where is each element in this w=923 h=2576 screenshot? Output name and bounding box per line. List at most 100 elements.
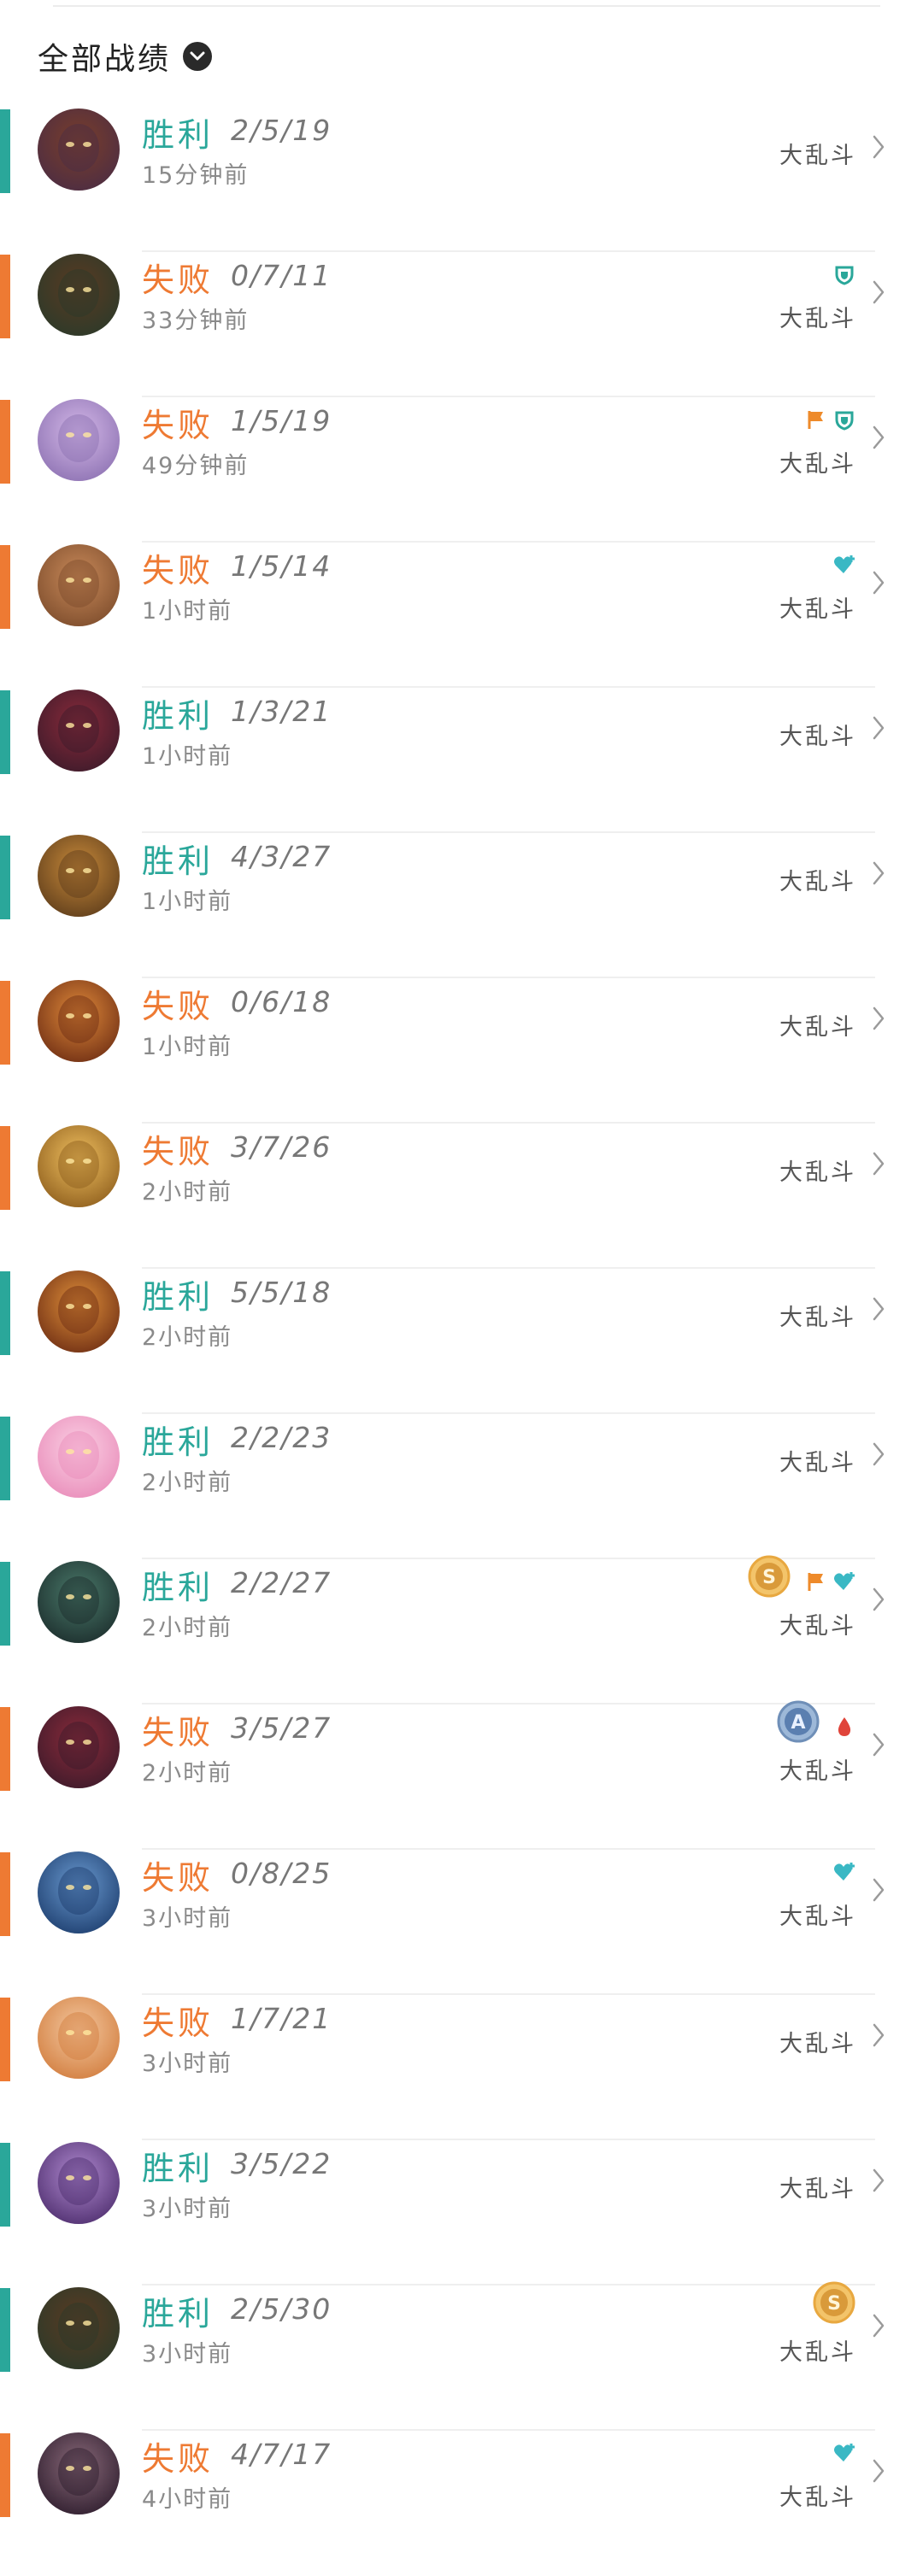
match-badges [803,1570,856,1597]
loss-indicator [0,1852,10,1936]
match-kda: 3/5/27 [231,1711,332,1745]
match-kda: 0/7/11 [231,259,332,292]
champion-avatar [38,254,120,336]
match-kda: 0/8/25 [231,1857,332,1890]
game-mode: 大乱斗 [779,724,856,750]
match-row[interactable]: 胜利 1/3/21 1小时前 大乱斗 [0,688,923,833]
chevron-right-icon[interactable] [872,570,885,599]
match-kda: 1/7/21 [231,2002,332,2035]
match-result: 失败 [142,2440,215,2478]
shield-icon [832,408,856,435]
match-time: 2小时前 [142,1179,233,1206]
champion-avatar [38,1706,120,1788]
win-indicator [0,2143,10,2227]
game-mode: 大乱斗 [779,2031,856,2057]
heart-plus-icon [832,553,856,580]
match-result: 胜利 [142,2150,215,2187]
champion-avatar [38,1270,120,1353]
match-row[interactable]: 失败 1/5/19 49分钟前 大乱斗 [0,397,923,543]
chevron-right-icon[interactable] [872,425,885,454]
chevron-right-icon[interactable] [872,1877,885,1906]
match-row[interactable]: 失败 4/7/17 4小时前 大乱斗 [0,2431,923,2576]
match-result: 失败 [142,261,215,299]
champion-avatar [38,109,120,191]
match-result: 胜利 [142,116,215,154]
match-row[interactable]: 失败 1/5/14 1小时前 大乱斗 [0,543,923,688]
chevron-right-icon[interactable] [872,134,885,163]
game-mode: 大乱斗 [779,1904,856,1930]
chevron-right-icon[interactable] [872,2022,885,2051]
chevron-right-icon[interactable] [872,1441,885,1470]
match-time: 3小时前 [142,2341,233,2368]
match-kda: 2/2/23 [231,1421,332,1454]
match-result: 胜利 [142,2295,215,2332]
match-row[interactable]: 胜利 2/2/23 2小时前 大乱斗 [0,1414,923,1559]
loss-indicator [0,1707,10,1791]
match-row[interactable]: 胜利 2/5/30 3小时前 S 大乱斗 [0,2281,923,2431]
match-row[interactable]: 胜利 3/5/22 3小时前 大乱斗 [0,2140,923,2286]
game-mode: 大乱斗 [779,2339,856,2366]
chevron-right-icon[interactable] [872,1006,885,1035]
match-row[interactable]: 失败 3/7/26 2小时前 大乱斗 [0,1124,923,1269]
blood-drop-icon [832,1715,856,1742]
match-time: 33分钟前 [142,308,250,334]
match-badges [803,408,856,435]
match-result: 失败 [142,552,215,590]
match-row[interactable]: 失败 1/7/21 3小时前 大乱斗 [0,1995,923,2140]
match-kda: 2/5/19 [231,114,332,147]
champion-avatar [38,689,120,772]
match-time: 2小时前 [142,1615,233,1641]
chevron-right-icon[interactable] [872,2168,885,2197]
match-kda: 0/6/18 [231,985,332,1018]
chevron-right-icon[interactable] [872,1296,885,1325]
match-row[interactable]: 胜利 5/5/18 2小时前 大乱斗 [0,1269,923,1414]
match-kda: 5/5/18 [231,1276,332,1309]
match-kda: 3/5/22 [231,2147,332,2180]
chevron-right-icon[interactable] [872,2313,885,2342]
chevron-right-icon[interactable] [872,1732,885,1761]
game-mode: 大乱斗 [779,1159,856,1186]
win-indicator [0,2288,10,2372]
match-row[interactable]: 胜利 2/2/27 2小时前 S 大乱斗 [0,1555,923,1705]
game-mode: 大乱斗 [779,306,856,332]
medal-s-icon: S [747,1554,791,1602]
svg-text:S: S [762,1567,776,1588]
match-kda: 1/5/19 [231,404,332,437]
match-row[interactable]: 失败 0/7/11 33分钟前 大乱斗 [0,252,923,397]
match-row[interactable]: 胜利 4/3/27 1小时前 大乱斗 [0,833,923,978]
heart-plus-icon [832,1860,856,1887]
chevron-right-icon[interactable] [872,1151,885,1180]
match-row[interactable]: 失败 0/6/18 1小时前 大乱斗 [0,978,923,1124]
match-filter-header[interactable]: 全部战绩 [38,38,213,77]
medal-s-icon: S [812,2280,856,2328]
chevron-down-icon[interactable] [183,42,213,71]
match-row[interactable]: 失败 3/5/27 2小时前 A 大乱斗 [0,1700,923,1850]
match-time: 3小时前 [142,2051,233,2077]
match-result: 失败 [142,1714,215,1752]
match-row[interactable]: 失败 0/8/25 3小时前 大乱斗 [0,1850,923,1995]
match-row[interactable]: 胜利 2/5/19 15分钟前 大乱斗 [0,107,923,252]
win-indicator [0,1271,10,1355]
win-indicator [0,1417,10,1500]
match-result: 胜利 [142,1278,215,1316]
chevron-right-icon[interactable] [872,1587,885,1616]
page-title: 全部战绩 [38,42,172,77]
match-list: 胜利 2/5/19 15分钟前 大乱斗 失败 0/7/11 33分钟前 大乱斗 失败 1/5/19… [0,107,923,2576]
chevron-right-icon[interactable] [872,279,885,308]
loss-indicator [0,981,10,1065]
chevron-right-icon[interactable] [872,2458,885,2487]
chevron-right-icon[interactable] [872,715,885,744]
loss-indicator [0,1126,10,1210]
champion-avatar [38,544,120,626]
champion-avatar [38,1997,120,2079]
top-divider [53,5,880,7]
match-result: 胜利 [142,697,215,735]
game-mode: 大乱斗 [779,1613,856,1640]
svg-text:S: S [827,2293,841,2315]
chevron-right-icon[interactable] [872,860,885,889]
match-kda: 2/2/27 [231,1566,332,1599]
game-mode: 大乱斗 [779,1305,856,1331]
match-result: 胜利 [142,1569,215,1606]
match-result: 失败 [142,407,215,444]
match-badges [832,1860,856,1887]
